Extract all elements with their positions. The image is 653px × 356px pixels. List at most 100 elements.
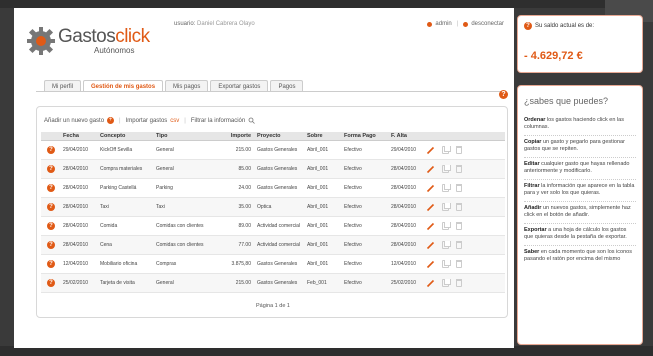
cell-sobre: Abril_001 xyxy=(307,185,329,191)
delete-trash-icon[interactable] xyxy=(456,203,462,211)
delete-trash-icon[interactable] xyxy=(456,165,462,173)
copy-icon[interactable] xyxy=(442,145,451,154)
copy-icon[interactable] xyxy=(442,202,451,211)
edit-pencil-icon[interactable] xyxy=(426,222,435,231)
cell-fecha: 28/04/2010 xyxy=(63,166,89,172)
col-tipo[interactable]: Tipo xyxy=(154,133,217,139)
row-info-icon[interactable]: ? xyxy=(47,203,55,211)
table-row[interactable]: ? 28/04/2010 Parking Castellá Parking 24.00 G… xyxy=(41,179,505,198)
import-expenses-link[interactable]: Importar gastos xyxy=(126,118,168,124)
copy-icon[interactable] xyxy=(442,221,451,230)
filter-link[interactable]: Filtrar la información xyxy=(191,118,245,124)
table-row[interactable]: ? 29/04/2010 KickOff Sevilla General 215.00 G… xyxy=(41,141,505,160)
row-info-icon[interactable]: ? xyxy=(47,165,55,173)
delete-trash-icon[interactable] xyxy=(456,146,462,154)
row-info-icon[interactable]: ? xyxy=(47,146,55,154)
col-sobre[interactable]: Sobre xyxy=(305,133,342,139)
import-format-label[interactable]: csv xyxy=(170,118,179,124)
delete-trash-icon[interactable] xyxy=(456,222,462,230)
add-expense-link[interactable]: Añadir un nuevo gasto xyxy=(44,118,104,124)
copy-icon[interactable] xyxy=(442,259,451,268)
cell-fecha-alta: 29/04/2010 xyxy=(391,147,417,153)
table-row[interactable]: ? 28/04/2010 Cena Comidas con clientes 77.00… xyxy=(41,236,505,255)
row-info-icon[interactable]: ? xyxy=(47,184,55,192)
col-fecha[interactable]: Fecha xyxy=(61,133,98,139)
delete-trash-icon[interactable] xyxy=(456,241,462,249)
tip-item: Exportar a una hoja de cálculo los gasto… xyxy=(524,224,636,246)
cell-fecha-alta: 28/04/2010 xyxy=(391,166,417,172)
sidebar: ? Su saldo actual es de: - 4.629,72 € ¿s… xyxy=(517,15,643,345)
edit-pencil-icon[interactable] xyxy=(426,165,435,174)
col-importe[interactable]: Importe xyxy=(217,133,255,139)
tab-perfil[interactable]: Mi perfil xyxy=(44,80,82,91)
pagination: Página 1 de 1 xyxy=(256,303,290,309)
cell-proyecto: Gastos Generales xyxy=(257,147,298,153)
edit-pencil-icon[interactable] xyxy=(426,241,435,250)
search-icon[interactable] xyxy=(248,117,256,124)
tab-divider xyxy=(36,91,506,92)
tip-keyword: Filtrar xyxy=(524,183,540,189)
row-info-icon[interactable]: ? xyxy=(47,222,55,230)
help-icon[interactable]: ? xyxy=(499,90,508,99)
add-icon[interactable]: + xyxy=(107,117,115,124)
cell-tipo: Taxi xyxy=(156,204,165,210)
copy-icon[interactable] xyxy=(442,278,451,287)
table-row[interactable]: ? 25/02/2010 Tarjeta de visita General 215.0… xyxy=(41,274,505,293)
delete-trash-icon[interactable] xyxy=(456,260,462,268)
table-row[interactable]: ? 28/04/2010 Compra materiales General 85.00… xyxy=(41,160,505,179)
cell-fecha: 25/02/2010 xyxy=(63,280,89,286)
cell-sobre: Abril_001 xyxy=(307,166,329,172)
cell-forma-pago: Efectivo xyxy=(344,280,362,286)
row-info-icon[interactable]: ? xyxy=(47,279,55,287)
cell-tipo: General xyxy=(156,280,174,286)
top-links: admin | desconectar xyxy=(427,21,504,27)
row-actions xyxy=(424,259,474,269)
cell-importe: 89.00 xyxy=(238,223,251,229)
row-actions xyxy=(424,164,474,174)
table-row[interactable]: ? 28/04/2010 Comida Comidas con clientes 89.… xyxy=(41,217,505,236)
delete-trash-icon[interactable] xyxy=(456,279,462,287)
row-info-icon[interactable]: ? xyxy=(47,260,55,268)
cell-concepto: Cena xyxy=(100,242,112,248)
tab-exportar-gastos[interactable]: Exportar gastos xyxy=(210,80,269,91)
copy-icon[interactable] xyxy=(442,164,451,173)
cell-forma-pago: Efectivo xyxy=(344,242,362,248)
col-proyecto[interactable]: Proyecto xyxy=(255,133,305,139)
cell-forma-pago: Efectivo xyxy=(344,204,362,210)
tab-gestion-gastos[interactable]: Gestión de mis gastos xyxy=(83,80,164,91)
tip-keyword: Añadir xyxy=(524,205,542,211)
table-row[interactable]: ? 12/04/2010 Mobiliario oficina Compras 3.87… xyxy=(41,255,505,274)
cell-concepto: Tarjeta de visita xyxy=(100,280,135,286)
logout-link[interactable]: desconectar xyxy=(471,21,504,27)
edit-pencil-icon[interactable] xyxy=(426,184,435,193)
row-actions xyxy=(424,240,474,250)
tab-pagos[interactable]: Pagos xyxy=(270,80,304,91)
cell-importe: 215.00 xyxy=(235,280,251,286)
cell-fecha-alta: 28/04/2010 xyxy=(391,204,417,210)
edit-pencil-icon[interactable] xyxy=(426,260,435,269)
col-concepto[interactable]: Concepto xyxy=(98,133,154,139)
cell-fecha-alta: 28/04/2010 xyxy=(391,223,417,229)
link-separator: | xyxy=(456,21,459,27)
copy-icon[interactable] xyxy=(442,183,451,192)
table-row[interactable]: ? 28/04/2010 Taxi Taxi 35.00 Óptica Abril_001 E… xyxy=(41,198,505,217)
edit-pencil-icon[interactable] xyxy=(426,203,435,212)
cell-proyecto: Óptica xyxy=(257,204,272,210)
copy-icon[interactable] xyxy=(442,240,451,249)
row-info-icon[interactable]: ? xyxy=(47,241,55,249)
delete-trash-icon[interactable] xyxy=(456,184,462,192)
tip-text: la información que aparece en la tabla p… xyxy=(524,183,635,196)
cell-sobre: Abril_001 xyxy=(307,223,329,229)
cell-sobre: Abril_001 xyxy=(307,261,329,267)
balance-label: Su saldo actual es de: xyxy=(535,23,595,29)
row-status-cell: ? xyxy=(41,203,61,211)
edit-pencil-icon[interactable] xyxy=(426,146,435,155)
row-status-cell: ? xyxy=(41,241,61,249)
col-fecha-alta[interactable]: F. Alta xyxy=(389,133,424,139)
tab-mis-pagos[interactable]: Mis pagos xyxy=(165,80,209,91)
edit-pencil-icon[interactable] xyxy=(426,279,435,288)
tips-title: ¿sabes que puedes? xyxy=(524,96,609,106)
admin-link[interactable]: admin xyxy=(435,21,451,27)
col-forma-pago[interactable]: Forma Pago xyxy=(342,133,389,139)
cell-tipo: General xyxy=(156,147,174,153)
